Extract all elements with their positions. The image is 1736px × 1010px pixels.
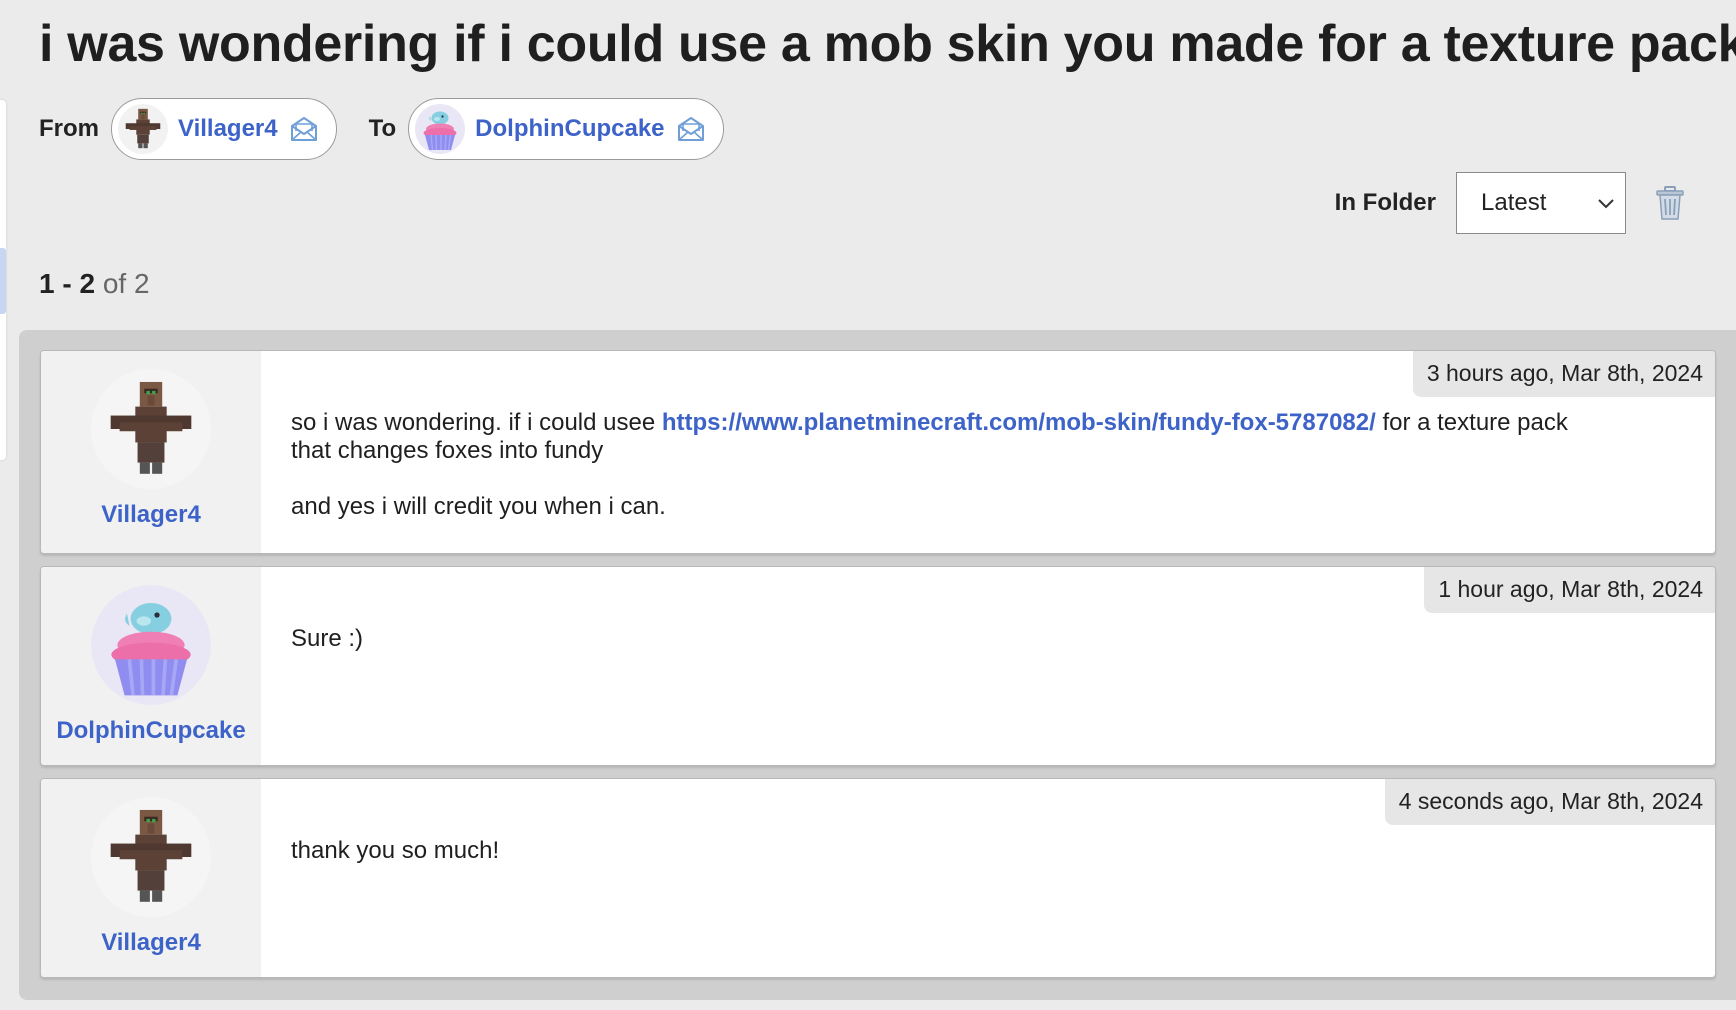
message-link[interactable]: https://www.planetminecraft.com/mob-skin… (662, 409, 1376, 436)
message-paragraph: so i was wondering. if i could usee http… (291, 409, 1605, 465)
message-timestamp: 4 seconds ago, Mar 8th, 2024 (1384, 779, 1715, 825)
message-timestamp: 1 hour ago, Mar 8th, 2024 (1424, 567, 1715, 613)
dolphin-cupcake-avatar-icon[interactable] (91, 585, 211, 705)
from-user-pill[interactable]: Villager4 (111, 98, 337, 160)
author-name[interactable]: Villager4 (101, 501, 201, 529)
message-author: DolphinCupcake (41, 567, 261, 765)
pagination-range: 1 - 2 (39, 268, 96, 299)
mail-icon[interactable] (288, 113, 320, 145)
folder-select-value: Latest (1481, 189, 1547, 216)
message-paragraph: Sure :) (291, 625, 364, 652)
chevron-down-icon (1598, 199, 1614, 209)
left-panel-tab[interactable] (0, 100, 6, 460)
message-author: Villager4 (41, 779, 261, 977)
from-username[interactable]: Villager4 (178, 115, 278, 143)
message-text: so i was wondering. if i could usee (291, 409, 662, 436)
author-name[interactable]: DolphinCupcake (56, 717, 245, 745)
pagination-count: 1 - 2 of 2 (39, 268, 150, 300)
message-paragraph: thank you so much! (291, 837, 500, 864)
message-body: Sure :) (291, 625, 1605, 653)
message-item: Villager4 3 hours ago, Mar 8th, 2024 so … (40, 350, 1716, 554)
message-author: Villager4 (41, 351, 261, 553)
villager-avatar-icon[interactable] (91, 369, 211, 489)
from-label: From (39, 115, 99, 142)
mail-icon[interactable] (675, 113, 707, 145)
folder-controls: In Folder Latest (1335, 172, 1686, 234)
message-body: so i was wondering. if i could usee http… (291, 409, 1605, 521)
message-thread: Villager4 3 hours ago, Mar 8th, 2024 so … (19, 330, 1736, 1000)
to-username[interactable]: DolphinCupcake (475, 115, 664, 143)
message-item: Villager4 4 seconds ago, Mar 8th, 2024 t… (40, 778, 1716, 978)
to-user-pill[interactable]: DolphinCupcake (408, 98, 724, 160)
left-panel-highlight (0, 248, 6, 314)
folder-select[interactable]: Latest (1456, 172, 1626, 234)
pagination-total: of 2 (102, 268, 150, 299)
message-timestamp: 3 hours ago, Mar 8th, 2024 (1412, 351, 1715, 397)
author-name[interactable]: Villager4 (101, 929, 201, 957)
to-label: To (368, 115, 397, 142)
villager-avatar-icon[interactable] (91, 797, 211, 917)
participants-bar: From Villager4 To DolphinCupcake (39, 96, 756, 162)
message-item: DolphinCupcake 1 hour ago, Mar 8th, 2024… (40, 566, 1716, 766)
page-title: i was wondering if i could use a mob ski… (39, 15, 1736, 73)
in-folder-label: In Folder (1334, 189, 1436, 216)
message-paragraph: and yes i will credit you when i can. (291, 493, 666, 520)
villager-avatar-icon (118, 104, 168, 154)
trash-icon[interactable] (1654, 185, 1686, 221)
message-body: thank you so much! (291, 837, 1605, 865)
dolphin-cupcake-avatar-icon (415, 104, 466, 154)
